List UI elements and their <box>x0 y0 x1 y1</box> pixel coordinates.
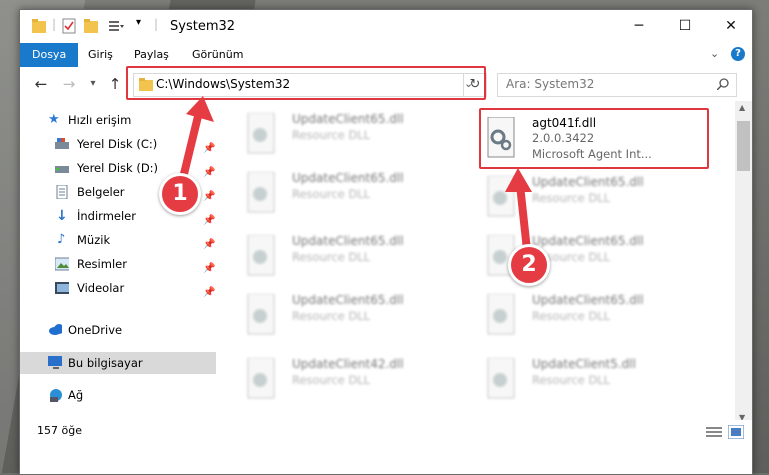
annotation-arrows <box>179 96 532 254</box>
callout-badge-2: 2 <box>508 244 550 286</box>
callout-badge-1: 1 <box>159 173 201 215</box>
